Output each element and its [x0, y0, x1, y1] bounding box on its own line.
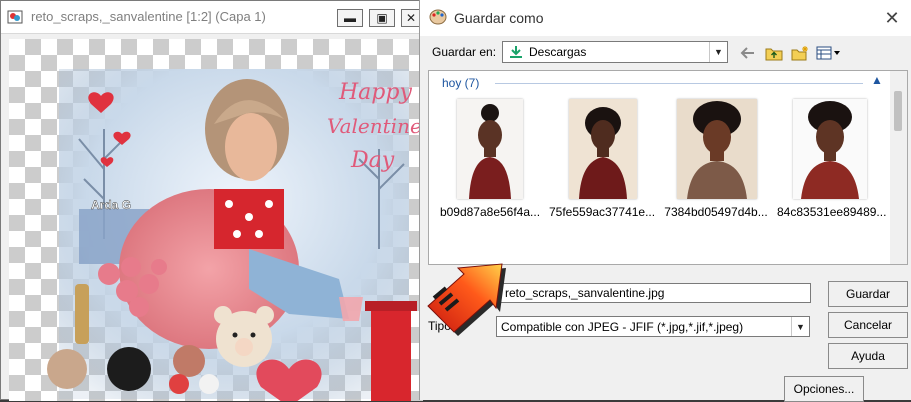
group-header-today[interactable]: hoy (7): [442, 76, 479, 90]
save-in-label: Guardar en:: [432, 45, 497, 59]
new-folder-button[interactable]: [790, 44, 810, 62]
image-canvas[interactable]: Happy Valentines Day Arda G: [9, 39, 423, 401]
palette-icon: [429, 9, 447, 25]
options-button[interactable]: Opciones...: [784, 376, 864, 402]
file-name: b09d87a8e56f4a...: [439, 205, 541, 219]
artwork-text-happy: Happy: [338, 80, 412, 105]
editor-title: reto_scraps,_sanvalentine [1:2] (Capa 1): [31, 9, 266, 24]
file-item[interactable]: b09d87a8e56f4a...: [437, 93, 540, 223]
new-folder-icon: [791, 45, 808, 60]
chevron-down-icon[interactable]: ▼: [709, 42, 727, 62]
back-button[interactable]: [738, 44, 758, 62]
file-thumbnail: [569, 99, 637, 199]
save-in-value: Descargas: [529, 45, 587, 59]
file-item[interactable]: 75fe559ac37741e...: [549, 93, 656, 223]
file-thumbnail: [457, 99, 523, 199]
folder-download-icon: [510, 46, 522, 58]
save-as-dialog: Guardar como ✕ Guardar en: Descargas ▼ h…: [419, 0, 911, 402]
help-button[interactable]: Ayuda: [828, 343, 908, 369]
up-folder-button[interactable]: [764, 44, 784, 62]
file-list-view[interactable]: hoy (7) ▲ b09d87a8e56f4a... 75fe559ac377…: [428, 70, 908, 265]
collapse-group-icon[interactable]: ▲: [871, 73, 883, 87]
view-menu-button[interactable]: [816, 44, 842, 62]
file-item[interactable]: 7384bd05497d4b...: [663, 93, 768, 223]
dialog-title: Guardar como: [454, 10, 544, 26]
save-button[interactable]: Guardar: [828, 281, 908, 307]
back-arrow-icon: [740, 47, 754, 59]
restore-button[interactable]: ▣: [369, 9, 395, 27]
cancel-button[interactable]: Cancelar: [828, 312, 908, 338]
file-name: 7384bd05497d4b...: [664, 205, 768, 219]
editor-close-button[interactable]: ✕: [401, 9, 421, 27]
minimize-button[interactable]: ▬: [337, 9, 363, 27]
dialog-close-button[interactable]: ✕: [881, 7, 903, 29]
close-icon: ✕: [405, 11, 417, 25]
file-type-value: Compatible con JPEG - JFIF (*.jpg,*.jif,…: [501, 320, 744, 334]
minimize-icon: ▬: [344, 11, 356, 25]
scrollbar-thumb[interactable]: [894, 91, 902, 131]
file-thumbnail: [677, 99, 757, 199]
chevron-down-icon[interactable]: ▼: [791, 317, 809, 336]
close-icon: ✕: [884, 8, 900, 28]
file-type-combobox[interactable]: Compatible con JPEG - JFIF (*.jpg,*.jif,…: [496, 316, 810, 337]
file-thumbnail: [793, 99, 867, 199]
watermark-text: Arda G: [91, 198, 131, 212]
artwork-text-day: Day: [350, 148, 395, 173]
file-list-scrollbar[interactable]: [890, 71, 907, 264]
artwork-text-valentines: Valentines: [327, 114, 423, 138]
file-item[interactable]: 84c83531ee89489...: [777, 93, 887, 223]
file-name: 75fe559ac37741e...: [549, 205, 656, 219]
file-name: 84c83531ee89489...: [777, 205, 887, 219]
group-divider: [495, 83, 863, 84]
app-icon: [7, 10, 23, 24]
filename-input[interactable]: reto_scraps,_sanvalentine.jpg: [500, 283, 811, 303]
restore-icon: ▣: [376, 11, 388, 25]
dialog-titlebar[interactable]: Guardar como ✕: [420, 0, 911, 36]
pointer-arrow-icon: [427, 263, 506, 336]
editor-titlebar[interactable]: reto_scraps,_sanvalentine [1:2] (Capa 1)…: [1, 1, 429, 34]
image-editor-window: reto_scraps,_sanvalentine [1:2] (Capa 1)…: [0, 0, 430, 401]
save-in-combobox[interactable]: Descargas ▼: [502, 41, 728, 63]
up-folder-icon: [765, 48, 783, 60]
view-menu-icon: [816, 46, 840, 60]
valentine-artwork: Happy Valentines Day Arda G: [47, 69, 423, 401]
